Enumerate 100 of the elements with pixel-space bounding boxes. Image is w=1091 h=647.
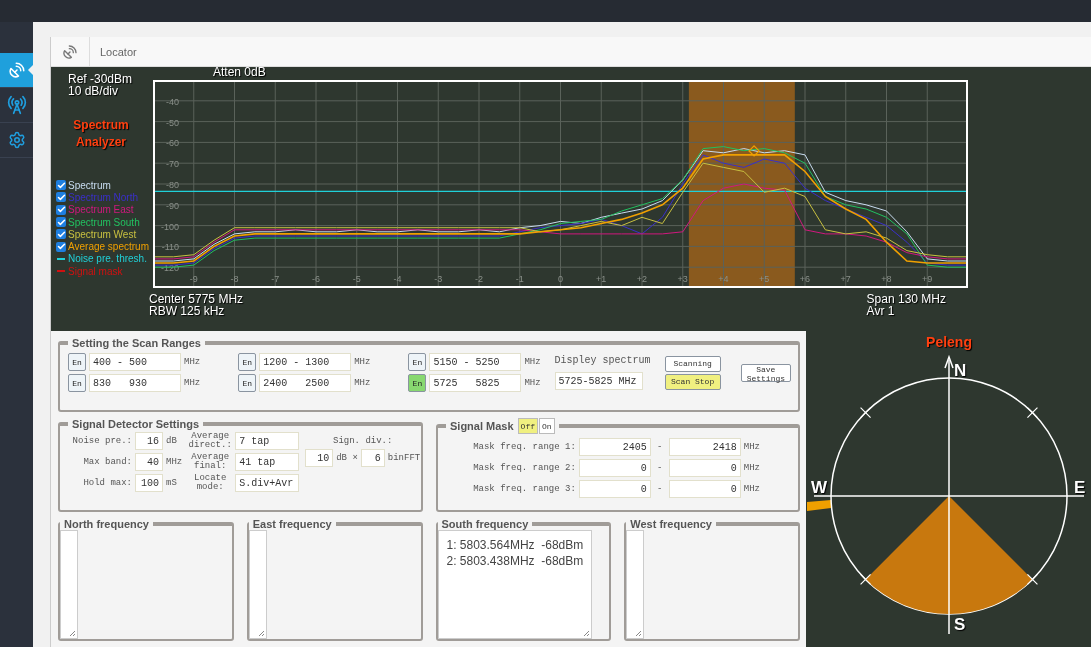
y-tick-label: -70 [166, 159, 179, 170]
value-field[interactable]: 16 [135, 432, 163, 450]
legend-label: Average spectrum [68, 241, 149, 253]
unit-label: dB × [336, 453, 358, 463]
frequency-list-field[interactable] [60, 530, 78, 639]
y-tick-label: -110 [161, 242, 179, 253]
x-tick-label: +2 [636, 274, 648, 284]
x-tick-label: +9 [922, 274, 933, 284]
value-field[interactable]: 10 [305, 449, 334, 467]
peak-marker-icon [748, 144, 760, 157]
x-tick-label: +6 [799, 274, 811, 284]
frequency-list-field[interactable] [248, 530, 267, 639]
dash-label: - [656, 442, 664, 452]
display-label: Displey spectrum [554, 355, 651, 366]
average-label: Avr 1 [866, 305, 896, 317]
resize-grip-icon[interactable] [635, 630, 643, 637]
x-tick-label: -8 [230, 274, 239, 284]
panel-title: Locator [99, 45, 137, 58]
group-title: Setting the Scan Ranges [72, 337, 201, 349]
rbw-label: RBW 125 kHz [149, 305, 226, 317]
value-field[interactable]: 0 [668, 459, 741, 477]
frequency-entry: 1: 5803.564MHz -68dBm [446, 537, 584, 553]
scan-button[interactable]: Scanning [664, 355, 721, 372]
value-field[interactable]: 40 [135, 453, 163, 471]
group-title: East frequency [252, 518, 332, 530]
enable-button[interactable]: En [238, 353, 257, 371]
save-button[interactable]: Save Settings [740, 363, 792, 382]
group-title: Signal Mask [450, 420, 514, 432]
settings-icon [7, 131, 26, 149]
value-field[interactable]: 100 [135, 474, 163, 492]
legend-label: Spectrum East [68, 204, 134, 216]
toggle-button[interactable]: On [539, 418, 555, 434]
legend-checkbox[interactable] [56, 241, 66, 252]
value-field[interactable]: 7 tap [235, 432, 300, 450]
y-tick-label: -80 [166, 180, 179, 190]
toggle-button[interactable]: Off [517, 418, 538, 434]
unit-label: MHz [166, 457, 183, 467]
value-field[interactable]: 0 [578, 459, 651, 477]
x-tick-label: -9 [189, 274, 198, 284]
value-field[interactable]: 0 [668, 480, 741, 498]
legend-label: Spectrum West [68, 228, 137, 240]
x-tick-label: +7 [840, 274, 851, 284]
resize-grip-icon[interactable] [583, 630, 591, 637]
value-field[interactable]: 2405 [578, 438, 651, 456]
field-label: Locate mode: [193, 474, 228, 492]
sidebar-item[interactable] [0, 53, 33, 88]
legend-label: Signal mask [68, 265, 123, 277]
center-frequency: Center 5775 MHz [149, 293, 244, 305]
field-label: Mask freq. range 1: [473, 442, 576, 452]
group-title: South frequency [441, 518, 529, 530]
resize-grip-icon[interactable] [257, 630, 265, 637]
unit-label: dB [166, 436, 177, 446]
display-field[interactable]: 5725-5825 MHz [554, 372, 643, 390]
legend-checkbox[interactable] [56, 192, 66, 203]
field-label: Mask freq. range 2: [473, 463, 576, 473]
legend-checkbox[interactable] [56, 217, 66, 228]
scale-label: 10 dB/div [68, 85, 120, 97]
enable-button[interactable]: En [238, 374, 257, 392]
legend-checkbox[interactable] [56, 229, 66, 240]
range-field[interactable]: 5725 5825 [429, 374, 522, 392]
range-field[interactable]: 5150 - 5250 [429, 353, 522, 371]
x-tick-label: +1 [596, 274, 607, 284]
value-field[interactable]: 2418 [668, 438, 741, 456]
field-label: Average direct.: [188, 432, 233, 450]
value-field[interactable]: 6 [360, 449, 385, 467]
frequency-list-field[interactable] [626, 530, 645, 639]
range-field[interactable]: 1200 - 1300 [259, 353, 352, 371]
field-label: Hold max: [82, 478, 132, 488]
scan-button[interactable]: Scan Stop [664, 373, 721, 390]
unit-label: binFFT [387, 453, 421, 463]
enable-button[interactable]: En [408, 374, 427, 392]
range-field[interactable]: 400 - 500 [89, 353, 181, 371]
field-label: Average final: [190, 453, 231, 471]
range-field[interactable]: 2400 2500 [259, 374, 352, 392]
legend-checkbox[interactable] [56, 180, 66, 191]
unit-label: mS [166, 478, 177, 488]
enable-button[interactable]: En [68, 353, 86, 371]
value-field[interactable]: 41 tap [235, 453, 300, 471]
x-tick-label: +5 [759, 274, 770, 284]
range-field[interactable]: 830 930 [89, 374, 181, 392]
x-tick-label: -5 [352, 274, 361, 284]
compass-direction-label: W [811, 478, 828, 497]
legend-checkbox[interactable] [56, 204, 66, 215]
unit-label: MHz [743, 442, 760, 452]
x-tick-label: -7 [271, 274, 280, 284]
enable-button[interactable]: En [408, 353, 427, 371]
field-label: Mask freq. range 3: [473, 484, 576, 494]
x-tick-label: -3 [434, 274, 443, 284]
x-tick-label: +8 [881, 274, 892, 284]
value-field[interactable]: S.div+Avr [235, 474, 300, 492]
radio-tower-icon [6, 95, 27, 115]
resize-grip-icon[interactable] [69, 630, 76, 637]
analyzer-title: Spectrum Analyzer [72, 117, 130, 151]
satellite-dish-icon [7, 61, 26, 79]
enable-button[interactable]: En [68, 374, 86, 392]
y-tick-label: -90 [166, 200, 179, 211]
unit-label: MHz [743, 463, 760, 473]
frequency-list-field[interactable]: 1: 5803.564MHz -68dBm 2: 5803.438MHz -68dBm [437, 530, 593, 639]
group-title: North frequency [64, 518, 149, 530]
value-field[interactable]: 0 [578, 480, 651, 498]
